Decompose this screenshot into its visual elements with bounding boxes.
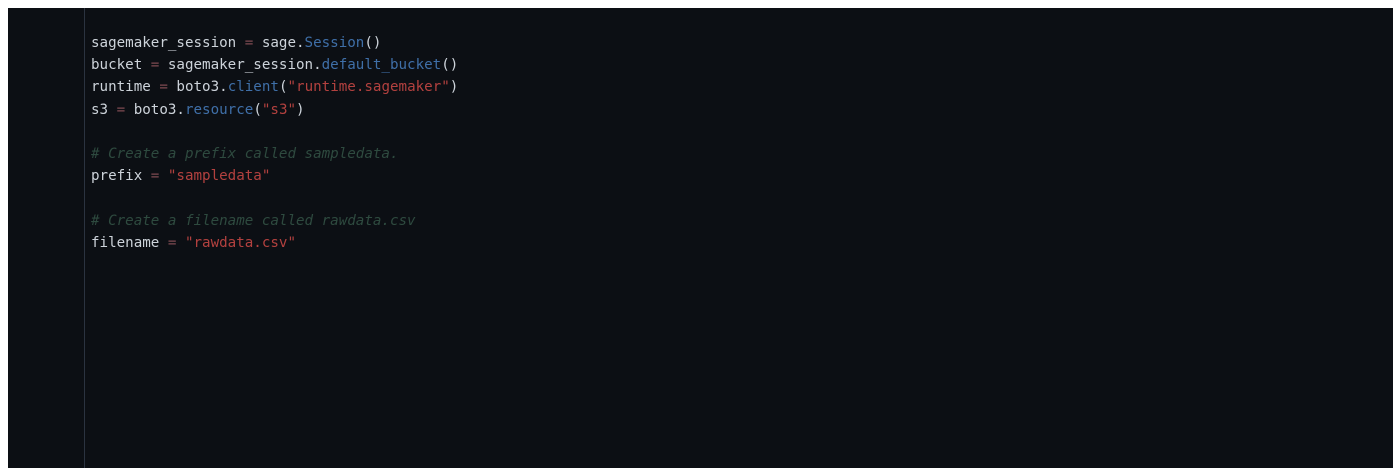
function-token: default_bucket [321, 57, 442, 74]
string-literal: "rawdata.csv" [184, 234, 297, 251]
code-editor[interactable]: sagemaker_session = sage.Session() bucket… [8, 8, 1393, 468]
code-line[interactable]: filename = "rawdata.csv" [91, 232, 458, 254]
code-text: sage. [253, 35, 305, 51]
blank-code-line[interactable] [91, 187, 458, 209]
code-text: boto3. [125, 101, 185, 118]
line-gutter [8, 8, 85, 468]
operator-token: = [159, 79, 168, 96]
code-text: ( [253, 101, 262, 118]
code-comment: # Create a filename called rawdata.csv [91, 212, 416, 229]
code-text: () [441, 57, 459, 74]
code-line[interactable]: sagemaker_session = sage.Session() [91, 32, 458, 54]
function-token: Session [304, 35, 365, 51]
function-token: client [227, 79, 279, 96]
code-area[interactable]: sagemaker_session = sage.Session() bucket… [91, 32, 458, 254]
code-text: runtime [91, 79, 160, 96]
code-line[interactable]: s3 = boto3.resource("s3") [91, 99, 458, 121]
code-comment: # Create a prefix called sampledata. [91, 145, 399, 162]
string-literal: "runtime.sagemaker" [287, 79, 450, 96]
code-line[interactable]: # Create a filename called rawdata.csv [91, 210, 458, 232]
code-line[interactable]: # Create a prefix called sampledata. [91, 143, 458, 165]
code-text: prefix [91, 168, 151, 185]
code-text: sagemaker_session. [159, 57, 322, 74]
blank-code-line[interactable] [91, 121, 458, 143]
code-text: bucket [91, 57, 151, 74]
code-text: s3 [91, 101, 117, 118]
gutter-divider [84, 8, 85, 468]
code-text: () [364, 35, 382, 51]
string-literal: "sampledata" [167, 168, 271, 185]
code-text: filename [91, 234, 168, 251]
code-text: boto3. [167, 79, 228, 96]
code-line[interactable]: bucket = sagemaker_session.default_bucke… [91, 54, 458, 76]
code-text: ) [449, 79, 459, 96]
code-text: sagemaker_session [91, 35, 245, 51]
string-literal: "s3" [261, 101, 297, 118]
code-line[interactable]: runtime = boto3.client("runtime.sagemake… [91, 76, 458, 98]
operator-token: = [244, 35, 254, 51]
code-text: ) [296, 101, 305, 118]
operator-token: = [116, 101, 126, 118]
code-line[interactable]: prefix = "sampledata" [91, 165, 458, 187]
function-token: resource [184, 101, 254, 118]
